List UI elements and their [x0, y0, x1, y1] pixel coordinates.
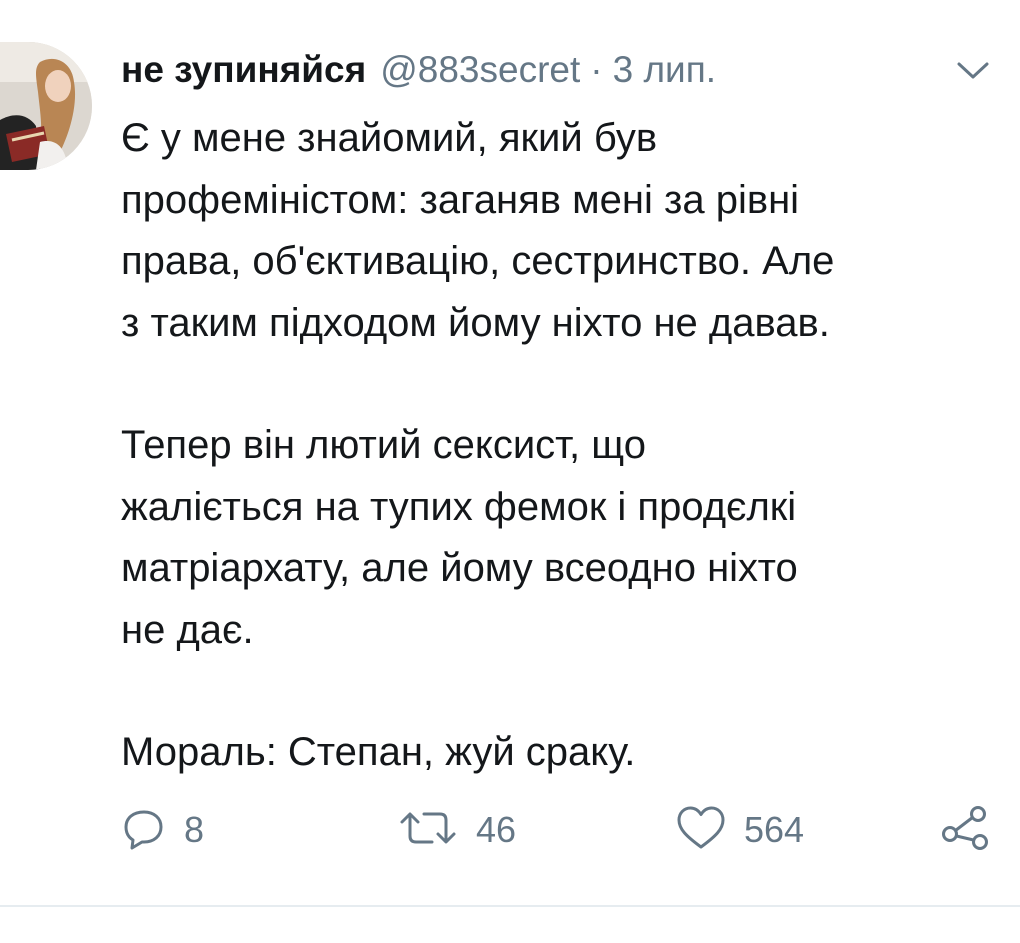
retweet-icon — [398, 806, 458, 855]
share-icon — [940, 804, 990, 857]
tweet-paragraph: Є у мене знайомий, який був профеміністо… — [121, 116, 835, 345]
like-button[interactable]: 564 — [676, 800, 804, 860]
avatar[interactable] — [0, 42, 92, 170]
tweet-header: не зупиняйся @883secret · 3 лип. — [121, 42, 716, 98]
reply-icon — [122, 806, 166, 855]
share-button[interactable] — [940, 800, 990, 860]
heart-icon — [676, 805, 726, 856]
tweet-paragraph: Мораль: Степан, жуй сраку. — [121, 730, 636, 774]
retweet-count: 46 — [476, 809, 517, 850]
author-name[interactable]: не зупиняйся — [121, 49, 366, 91]
tweet-text: Є у мене знайомий, який був профеміністо… — [121, 108, 1001, 784]
author-handle[interactable]: @883secret — [380, 49, 580, 91]
tweet-paragraph: Тепер він лютий сексист, що жаліється на… — [121, 423, 798, 652]
tweet-actions: 8 46 564 — [0, 800, 1020, 860]
reply-button[interactable]: 8 — [122, 800, 204, 860]
tweet-timestamp[interactable]: 3 лип. — [613, 49, 716, 91]
separator-dot: · — [590, 49, 603, 90]
tweet[interactable]: не зупиняйся @883secret · 3 лип. Є у мен… — [0, 0, 1020, 905]
tweet-divider — [0, 905, 1020, 907]
chevron-down-icon[interactable] — [955, 56, 991, 84]
reply-count: 8 — [184, 809, 205, 850]
retweet-button[interactable]: 46 — [398, 800, 516, 860]
like-count: 564 — [744, 809, 805, 850]
